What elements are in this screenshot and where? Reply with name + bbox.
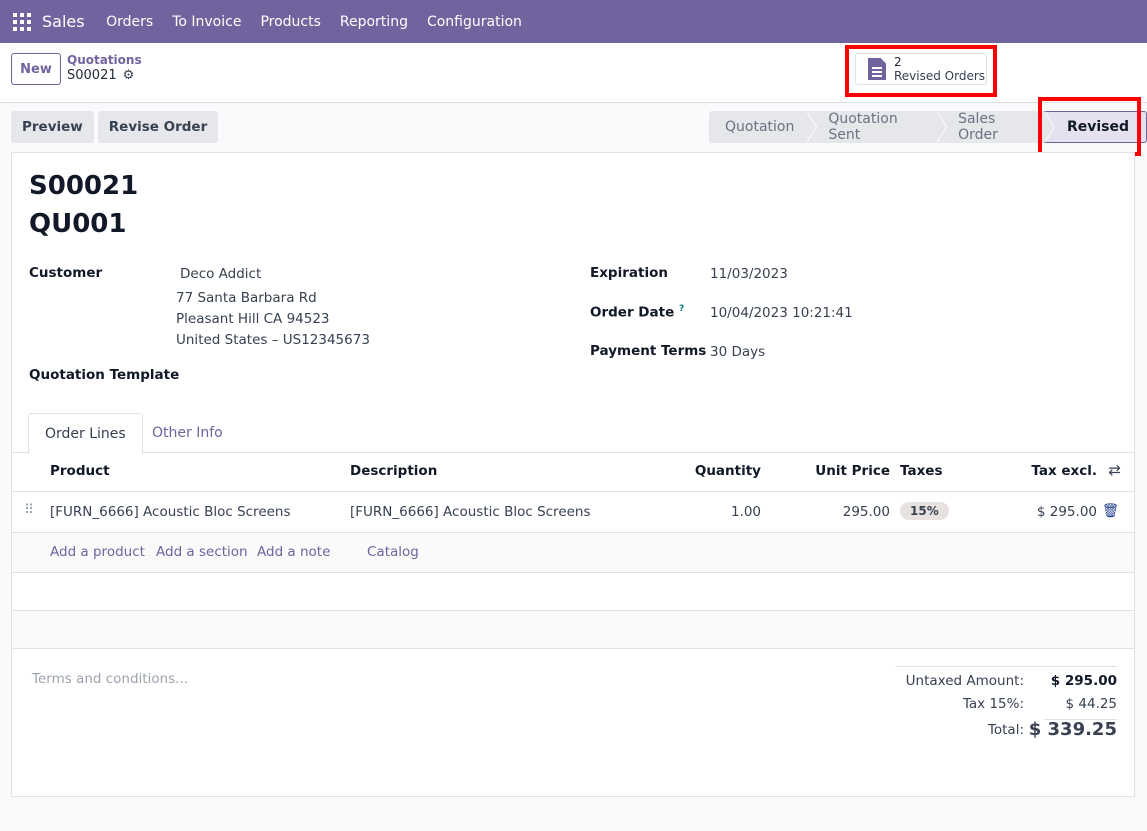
help-icon[interactable]: ? bbox=[679, 304, 684, 314]
new-button[interactable]: New bbox=[11, 53, 61, 85]
empty-row bbox=[12, 611, 1134, 649]
menu-products[interactable]: Products bbox=[251, 14, 330, 30]
empty-row bbox=[12, 573, 1134, 611]
address-line: United States – US12345673 bbox=[176, 332, 370, 348]
table-header: Product Description Quantity Unit Price … bbox=[12, 453, 1134, 492]
menu-to-invoice[interactable]: To Invoice bbox=[163, 14, 251, 30]
expiration-field[interactable]: 11/03/2023 bbox=[710, 266, 788, 282]
customer-label: Customer bbox=[29, 265, 103, 281]
total-label: Total: bbox=[987, 722, 1024, 738]
tax-amount: $ 44.25 bbox=[1065, 696, 1117, 712]
stage-label: Sales Order bbox=[958, 111, 998, 143]
stage-label: Quotation Sent bbox=[828, 111, 898, 143]
quotation-template-label: Quotation Template bbox=[29, 367, 180, 383]
col-description[interactable]: Description bbox=[350, 463, 437, 479]
tax-badge[interactable]: 15% bbox=[900, 502, 949, 520]
add-note-link[interactable]: Add a note bbox=[257, 544, 330, 560]
total-amount: $ 339.25 bbox=[1028, 719, 1117, 740]
revision-name: QU001 bbox=[29, 209, 127, 239]
control-panel: New Quotations S00021 ⚙ 2 Revised Orders bbox=[0, 43, 1147, 103]
totals-divider bbox=[895, 666, 1117, 667]
line-product[interactable]: [FURN_6666] Acoustic Bloc Screens bbox=[50, 504, 291, 520]
menu-reporting[interactable]: Reporting bbox=[330, 14, 417, 30]
line-subtotal: $ 295.00 bbox=[1036, 504, 1097, 520]
address-line: 77 Santa Barbara Rd bbox=[176, 290, 317, 306]
add-line-row: Add a product Add a section Add a note C… bbox=[12, 533, 1134, 573]
tab-order-lines[interactable]: Order Lines bbox=[28, 413, 143, 454]
table-row[interactable]: ⠿ [FURN_6666] Acoustic Bloc Screens [FUR… bbox=[12, 492, 1134, 533]
highlight-box bbox=[845, 45, 997, 97]
line-quantity[interactable]: 1.00 bbox=[731, 504, 761, 520]
payment-terms-field[interactable]: 30 Days bbox=[710, 344, 765, 360]
stage-quotation-sent[interactable]: Quotation Sent bbox=[806, 111, 948, 143]
col-quantity[interactable]: Quantity bbox=[695, 463, 761, 479]
stage-sales-order[interactable]: Sales Order bbox=[936, 111, 1055, 143]
line-unit-price[interactable]: 295.00 bbox=[843, 504, 890, 520]
order-date-label: Order Date ? bbox=[590, 304, 684, 321]
catalog-link[interactable]: Catalog bbox=[367, 544, 419, 560]
trash-icon[interactable]: 🗑 bbox=[1102, 503, 1119, 519]
address-line: Pleasant Hill CA 94523 bbox=[176, 311, 330, 327]
form-sheet: S00021 QU001 Customer Deco Addict 77 San… bbox=[11, 152, 1135, 797]
notebook-tabs: Order Lines Other Info bbox=[12, 413, 1134, 454]
col-unit-price[interactable]: Unit Price bbox=[815, 463, 890, 479]
revise-order-button[interactable]: Revise Order bbox=[97, 111, 219, 143]
gear-icon[interactable]: ⚙ bbox=[123, 68, 135, 83]
tab-other-info[interactable]: Other Info bbox=[136, 413, 239, 453]
expiration-label: Expiration bbox=[590, 265, 668, 281]
payment-terms-label: Payment Terms bbox=[590, 343, 707, 359]
action-bar: Preview Revise Order bbox=[11, 111, 222, 143]
column-settings-icon[interactable]: ⇄ bbox=[1108, 461, 1121, 479]
menu-configuration[interactable]: Configuration bbox=[417, 14, 531, 30]
order-date-field[interactable]: 10/04/2023 10:21:41 bbox=[710, 305, 853, 321]
app-name[interactable]: Sales bbox=[42, 12, 85, 31]
order-name: S00021 bbox=[29, 171, 139, 201]
add-product-link[interactable]: Add a product bbox=[50, 544, 145, 560]
col-taxes[interactable]: Taxes bbox=[900, 463, 942, 479]
breadcrumb-current-label: S00021 bbox=[67, 68, 117, 83]
col-tax-excl[interactable]: Tax excl. bbox=[1031, 463, 1097, 479]
stage-label: Quotation bbox=[725, 119, 795, 135]
col-product[interactable]: Product bbox=[50, 463, 110, 479]
line-description[interactable]: [FURN_6666] Acoustic Bloc Screens bbox=[350, 504, 591, 520]
terms-input[interactable]: Terms and conditions... bbox=[32, 671, 188, 687]
tax-label: Tax 15%: bbox=[962, 696, 1024, 712]
breadcrumb-quotations[interactable]: Quotations bbox=[67, 53, 142, 67]
breadcrumb-current: S00021 ⚙ bbox=[67, 68, 134, 83]
top-navbar: Sales Orders To Invoice Products Reporti… bbox=[0, 0, 1147, 43]
order-date-label-text: Order Date bbox=[590, 304, 675, 321]
menu-orders[interactable]: Orders bbox=[97, 14, 163, 30]
add-section-link[interactable]: Add a section bbox=[156, 544, 248, 560]
preview-button[interactable]: Preview bbox=[11, 111, 94, 143]
untaxed-label: Untaxed Amount: bbox=[905, 673, 1024, 689]
customer-field[interactable]: Deco Addict bbox=[180, 266, 261, 282]
stage-quotation[interactable]: Quotation bbox=[709, 111, 818, 143]
untaxed-amount: $ 295.00 bbox=[1050, 673, 1117, 689]
apps-menu-icon[interactable] bbox=[13, 12, 31, 31]
drag-handle-icon[interactable]: ⠿ bbox=[24, 502, 34, 518]
